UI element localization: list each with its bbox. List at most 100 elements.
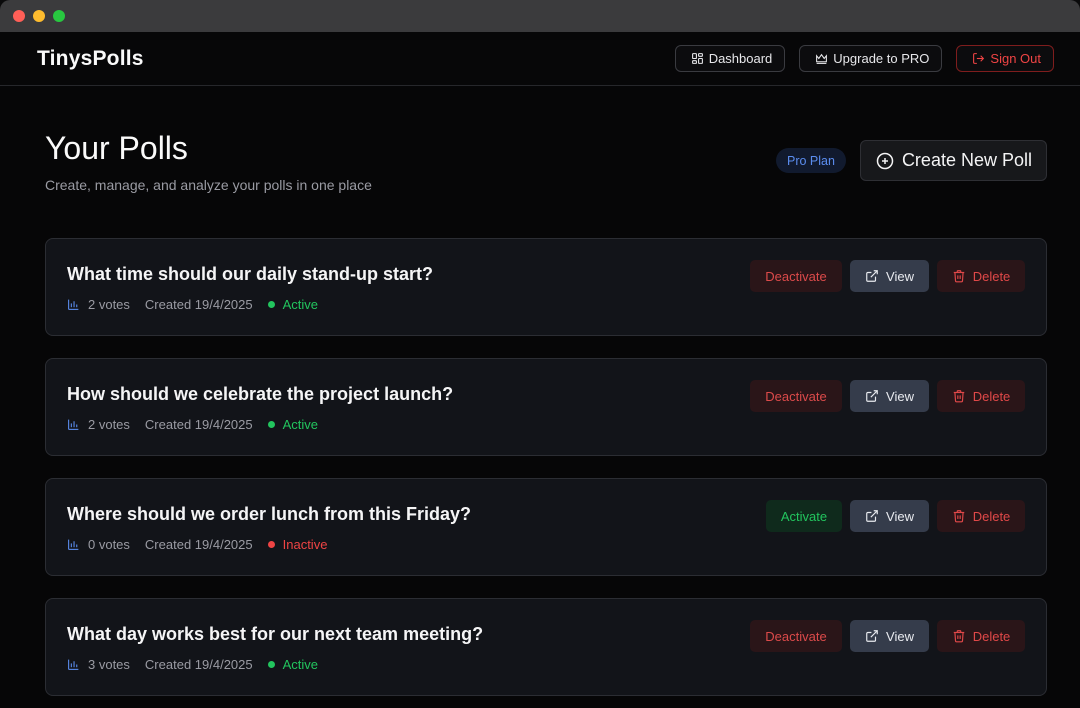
delete-button[interactable]: Delete: [937, 260, 1025, 292]
page-subtitle: Create, manage, and analyze your polls i…: [45, 177, 372, 193]
vote-count: 0 votes: [67, 537, 130, 552]
delete-label: Delete: [972, 388, 1011, 404]
status-label: Active: [282, 417, 319, 432]
sign-out-label: Sign Out: [990, 51, 1041, 66]
toggle-status-button[interactable]: Deactivate: [750, 260, 842, 292]
poll-actions: Deactivate View Delete: [750, 599, 1025, 695]
created-date: Created 19/4/2025: [144, 537, 253, 552]
created-date: Created 19/4/2025: [144, 417, 253, 432]
trash-icon: [953, 630, 964, 643]
poll-card: What time should our daily stand-up star…: [45, 238, 1047, 336]
nav-actions: Dashboard Upgrade to PRO Sign Out: [674, 45, 1054, 72]
view-button[interactable]: View: [850, 620, 929, 652]
poll-question[interactable]: What time should our daily stand-up star…: [67, 263, 433, 285]
plus-circle-icon: [876, 152, 894, 169]
poll-card: What day works best for our next team me…: [45, 598, 1047, 696]
status-indicator: Active: [267, 297, 319, 312]
poll-info: What day works best for our next team me…: [67, 599, 483, 695]
poll-card: Where should we order lunch from this Fr…: [45, 478, 1047, 576]
vote-count: 2 votes: [67, 297, 130, 312]
poll-card: How should we celebrate the project laun…: [45, 358, 1047, 456]
poll-meta: 0 votes Created 19/4/2025 Inactive: [67, 537, 471, 552]
status-indicator: Active: [267, 417, 319, 432]
delete-button[interactable]: Delete: [937, 620, 1025, 652]
delete-label: Delete: [972, 268, 1011, 284]
upgrade-button[interactable]: Upgrade to PRO: [799, 45, 943, 72]
poll-question[interactable]: How should we celebrate the project laun…: [67, 383, 453, 405]
external-link-icon: [866, 510, 878, 522]
top-navbar: TinysPolls Dashboard Upgrade to PRO Sign…: [0, 32, 1080, 86]
delete-label: Delete: [972, 508, 1011, 524]
view-label: View: [886, 508, 914, 524]
upgrade-label: Upgrade to PRO: [833, 51, 930, 66]
view-label: View: [886, 388, 914, 404]
plan-badge: Pro Plan: [775, 148, 846, 173]
window-zoom-button[interactable]: [53, 10, 65, 22]
view-label: View: [886, 628, 914, 644]
external-link-icon: [866, 270, 878, 282]
status-dot: [267, 661, 275, 668]
status-indicator: Inactive: [267, 537, 328, 552]
vote-count: 3 votes: [67, 657, 130, 672]
sign-out-button[interactable]: Sign Out: [956, 45, 1054, 72]
window-close-button[interactable]: [13, 10, 25, 22]
window-titlebar: [0, 0, 1080, 32]
status-label: Active: [282, 657, 319, 672]
vote-count-label: 3 votes: [88, 657, 130, 672]
trash-icon: [953, 390, 964, 403]
view-button[interactable]: View: [850, 500, 929, 532]
vote-count-label: 2 votes: [88, 297, 130, 312]
view-button[interactable]: View: [850, 260, 929, 292]
dashboard-button[interactable]: Dashboard: [674, 45, 786, 72]
poll-meta: 3 votes Created 19/4/2025 Active: [67, 657, 483, 672]
poll-info: Where should we order lunch from this Fr…: [67, 479, 471, 575]
header-actions: Pro Plan Create New Poll: [775, 140, 1047, 181]
poll-list: What time should our daily stand-up star…: [45, 238, 1047, 696]
page-title: Your Polls: [45, 130, 188, 166]
status-dot: [267, 541, 275, 548]
bar-chart-icon: [68, 299, 79, 310]
page-header: Your Polls Create, manage, and analyze y…: [45, 86, 1047, 193]
status-indicator: Active: [267, 657, 319, 672]
page-heading-group: Your Polls Create, manage, and analyze y…: [45, 129, 372, 193]
main-content: Your Polls Create, manage, and analyze y…: [0, 86, 1080, 708]
brand-logo[interactable]: TinysPolls: [37, 47, 144, 71]
bar-chart-icon: [68, 659, 79, 670]
poll-info: How should we celebrate the project laun…: [67, 359, 453, 455]
vote-count-label: 2 votes: [88, 417, 130, 432]
created-date: Created 19/4/2025: [144, 297, 253, 312]
poll-actions: Deactivate View Delete: [750, 359, 1025, 455]
poll-question[interactable]: Where should we order lunch from this Fr…: [67, 503, 471, 525]
poll-meta: 2 votes Created 19/4/2025 Active: [67, 417, 453, 432]
poll-actions: Deactivate View Delete: [750, 239, 1025, 335]
status-dot: [267, 421, 275, 428]
poll-meta: 2 votes Created 19/4/2025 Active: [67, 297, 433, 312]
view-label: View: [886, 268, 914, 284]
trash-icon: [953, 510, 964, 523]
toggle-status-button[interactable]: Deactivate: [750, 620, 842, 652]
view-button[interactable]: View: [850, 380, 929, 412]
delete-button[interactable]: Delete: [937, 500, 1025, 532]
log-out-icon: [973, 53, 985, 64]
status-label: Inactive: [282, 537, 328, 552]
poll-question[interactable]: What day works best for our next team me…: [67, 623, 483, 645]
grid-icon: [691, 53, 703, 64]
bar-chart-icon: [68, 539, 79, 550]
toggle-status-button[interactable]: Deactivate: [750, 380, 842, 412]
toggle-status-button[interactable]: Activate: [766, 500, 842, 532]
dashboard-label: Dashboard: [708, 51, 773, 66]
delete-label: Delete: [972, 628, 1011, 644]
create-poll-button[interactable]: Create New Poll: [859, 140, 1047, 181]
status-label: Active: [282, 297, 319, 312]
window-minimize-button[interactable]: [33, 10, 45, 22]
poll-actions: Activate View Delete: [766, 479, 1025, 575]
vote-count: 2 votes: [67, 417, 130, 432]
trash-icon: [953, 270, 964, 283]
delete-button[interactable]: Delete: [937, 380, 1025, 412]
created-date: Created 19/4/2025: [144, 657, 253, 672]
external-link-icon: [866, 630, 878, 642]
vote-count-label: 0 votes: [88, 537, 130, 552]
poll-info: What time should our daily stand-up star…: [67, 239, 433, 335]
crown-icon: [816, 53, 828, 64]
bar-chart-icon: [68, 419, 79, 430]
